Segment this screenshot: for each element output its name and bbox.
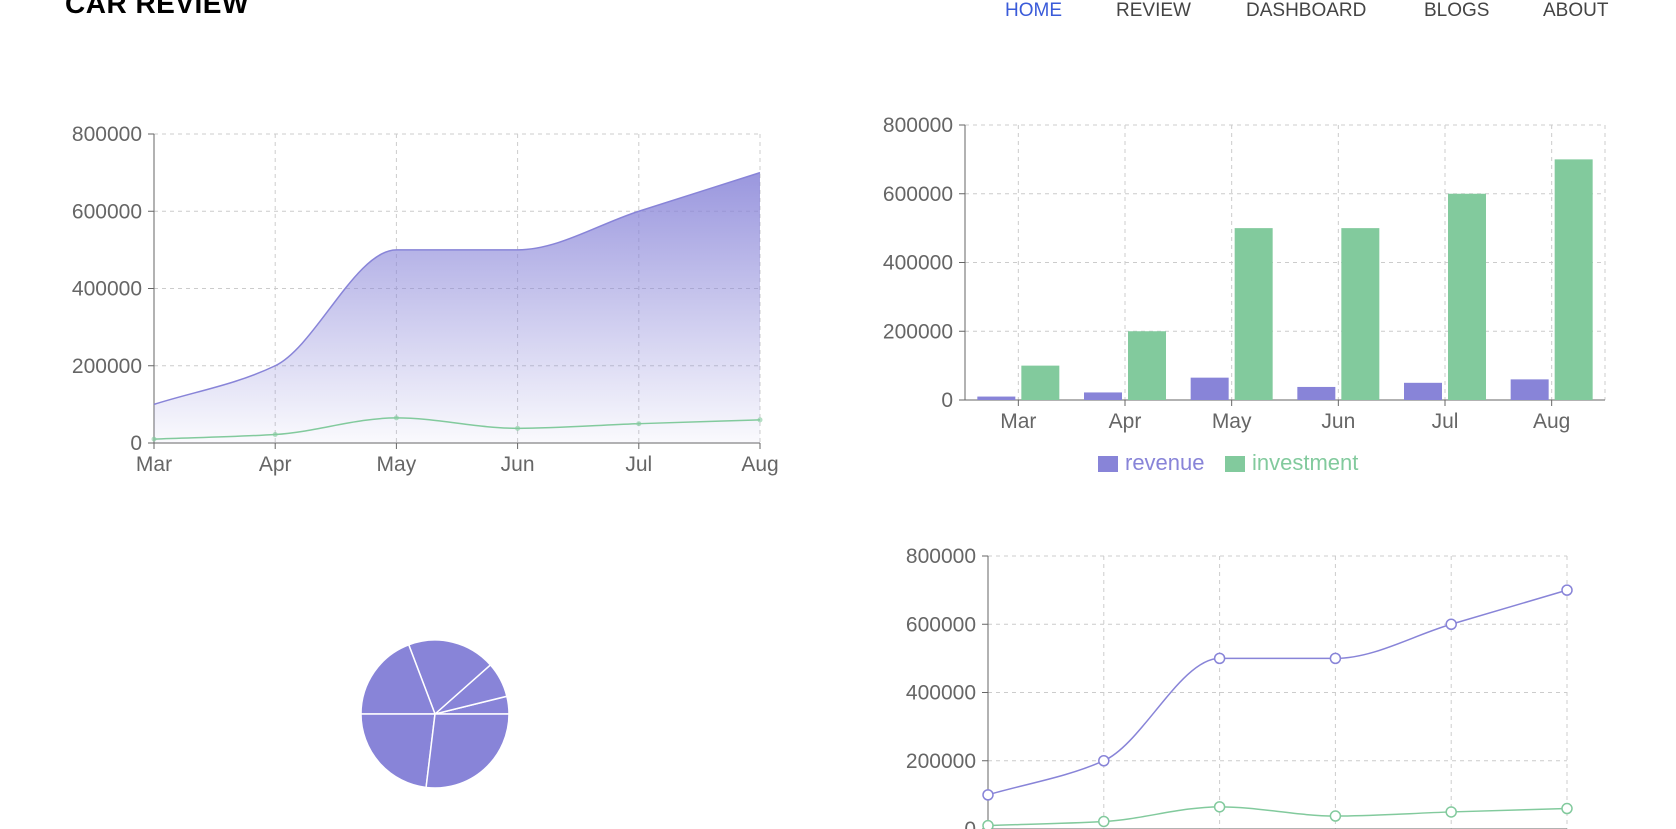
y-tick-label: 600000 [906,613,976,636]
y-tick-label: 0 [964,818,976,829]
line-series-1 [987,806,1568,827]
line-point [1445,618,1457,630]
line-chart: 0200000400000600000800000MarAprMayJunJul… [906,545,1573,829]
line-point [1098,815,1110,828]
line-point [982,789,994,801]
y-tick-label: 800000 [906,545,976,568]
line-point [1213,801,1226,813]
line-point [1213,652,1226,665]
line-point [1329,652,1342,665]
line-point [982,819,994,829]
line-point [1561,802,1573,815]
line-point [1445,806,1457,818]
line-point [1329,810,1342,822]
line-point [1098,755,1110,767]
y-tick-label: 400000 [906,682,976,705]
y-tick-label: 200000 [906,750,976,773]
line-point [1561,584,1573,596]
